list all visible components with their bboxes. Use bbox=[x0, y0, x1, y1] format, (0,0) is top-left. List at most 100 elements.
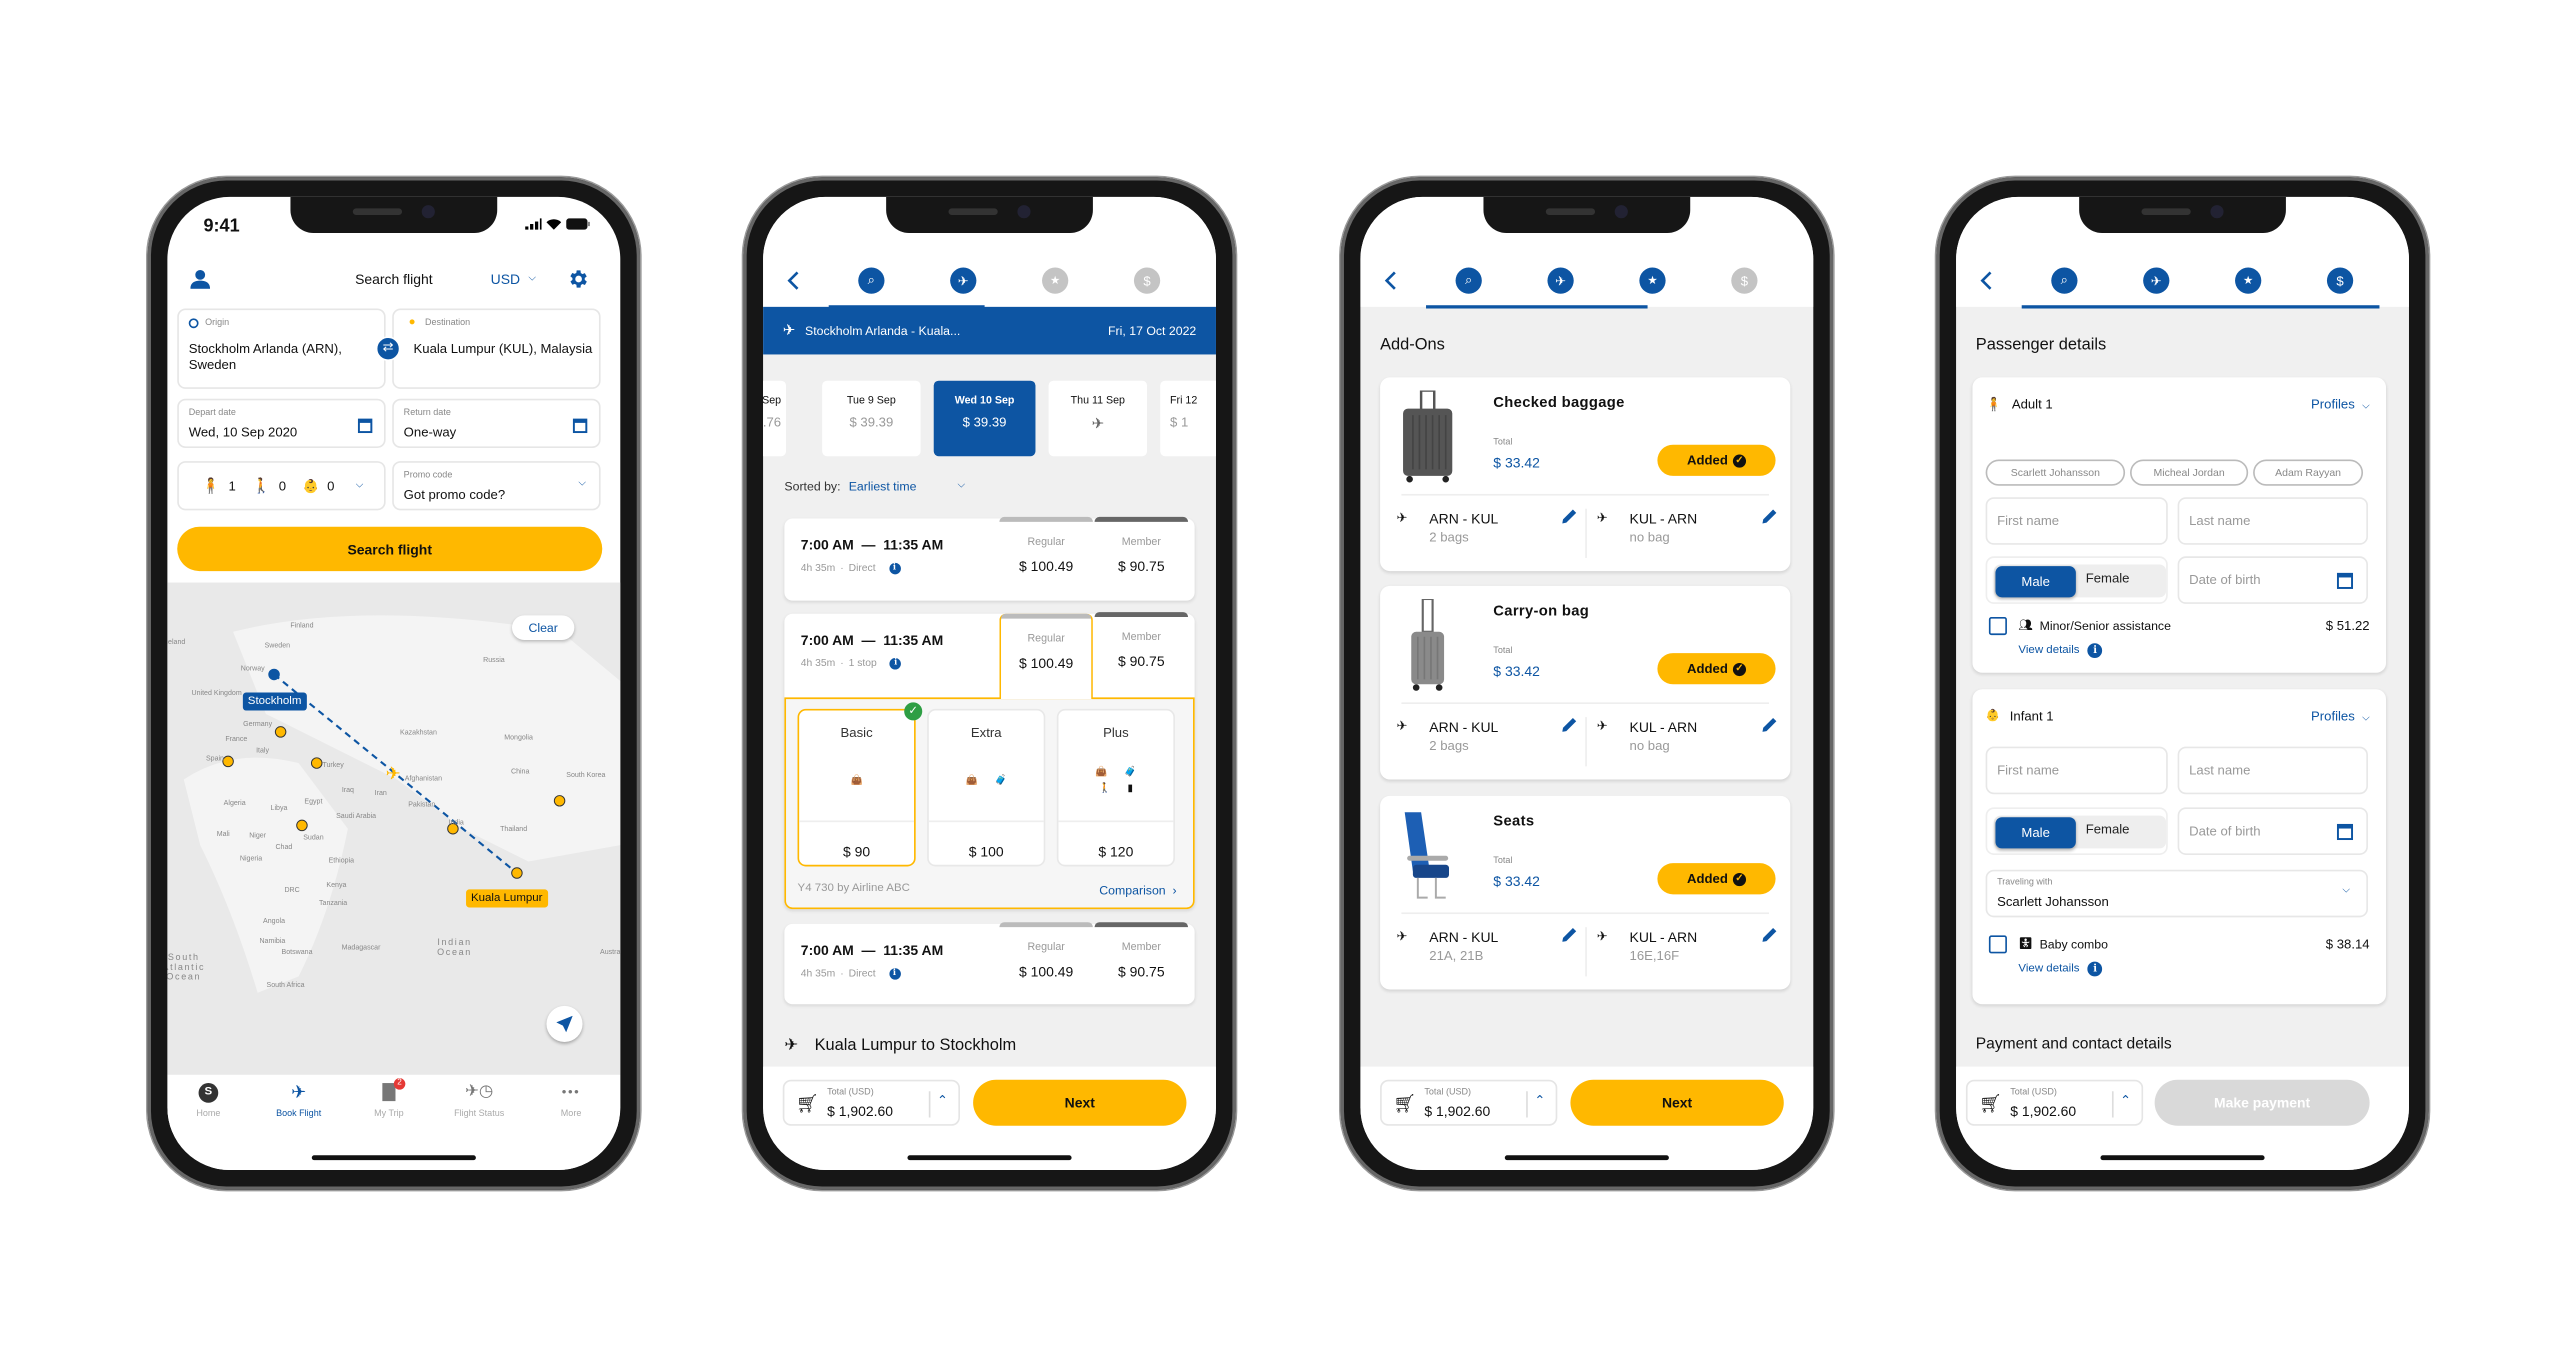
view-details-link[interactable]: View details i bbox=[2018, 643, 2103, 659]
member-fare[interactable]: Member $ 90.75 bbox=[1094, 922, 1189, 1006]
my-location-button[interactable] bbox=[546, 1005, 583, 1043]
depart-date-field[interactable]: Depart date Wed, 10 Sep 2020 bbox=[177, 398, 386, 448]
flight-row[interactable]: 7:00 AM — 11:35 AM 4h 35m · Direct i Regula… bbox=[784, 516, 1195, 601]
first-name-input[interactable]: First name bbox=[1985, 746, 2168, 795]
airport-marker[interactable] bbox=[310, 757, 323, 769]
step-search-icon[interactable]: ⌕ bbox=[858, 267, 885, 294]
comparison-link[interactable]: Comparison › bbox=[1099, 883, 1176, 898]
search-flight-button[interactable]: Search flight bbox=[177, 526, 603, 572]
info-icon[interactable]: i bbox=[888, 562, 901, 575]
edit-pencil-icon[interactable] bbox=[1762, 717, 1777, 732]
swap-icon[interactable]: ⇄ bbox=[375, 336, 401, 362]
edit-pencil-icon[interactable] bbox=[1562, 717, 1577, 732]
tier-extra[interactable]: Extra 👜 🧳 $ 100 bbox=[927, 708, 1046, 867]
date-option[interactable]: 8 Sep .76 bbox=[763, 380, 787, 457]
profile-chip[interactable]: Scarlett Johansson bbox=[1985, 459, 2126, 486]
airport-marker[interactable] bbox=[553, 795, 566, 807]
last-name-input[interactable]: Last name bbox=[2177, 497, 2368, 545]
passenger-count-field[interactable]: 🧍 1 🚶 0 👶 0 ⌵ bbox=[177, 461, 386, 511]
profile-chip[interactable]: Adam Rayyan bbox=[2253, 459, 2364, 486]
total-summary[interactable]: 🛒︎ Total (USD) $ 1,902.60 ⌃ bbox=[1965, 1079, 2144, 1126]
date-of-birth-input[interactable]: Date of birth bbox=[2177, 807, 2368, 855]
origin-field[interactable]: Origin Stockholm Arlanda (ARN), Sweden bbox=[177, 308, 386, 389]
step-plane-icon[interactable]: ✈ bbox=[2143, 267, 2170, 294]
return-leg[interactable]: ✈ KUL - ARN no bag bbox=[1597, 505, 1778, 561]
total-summary[interactable]: 🛒︎ Total (USD) $ 1,902.60 ⌃ bbox=[782, 1079, 960, 1126]
baby-combo-checkbox[interactable] bbox=[1988, 935, 2007, 954]
step-ticket-star-icon[interactable]: ★ bbox=[2235, 267, 2262, 294]
next-button[interactable]: Next bbox=[973, 1079, 1187, 1126]
date-of-birth-input[interactable]: Date of birth bbox=[2177, 556, 2368, 604]
added-button[interactable]: Added ✓ bbox=[1657, 444, 1776, 476]
outbound-leg[interactable]: ✈ ARN - KUL 21A, 21B bbox=[1396, 924, 1577, 980]
profiles-dropdown[interactable]: Profiles ⌵ bbox=[2311, 709, 2370, 725]
edit-pencil-icon[interactable] bbox=[1762, 509, 1777, 524]
return-leg[interactable]: ✈ KUL - ARN no bag bbox=[1597, 714, 1778, 770]
female-option[interactable]: Female bbox=[2086, 822, 2130, 837]
step-search-icon[interactable]: ⌕ bbox=[2051, 267, 2078, 294]
date-option[interactable]: Fri 12 $ 1 bbox=[1160, 380, 1216, 457]
destination-field[interactable]: Destination ● Kuala Lumpur (KUL), Malays… bbox=[392, 308, 601, 389]
chevron-up-icon[interactable]: ⌃ bbox=[2120, 1093, 2131, 1108]
male-option[interactable]: Male bbox=[1995, 817, 2076, 849]
clear-map-button[interactable]: Clear bbox=[511, 615, 575, 640]
airport-marker[interactable] bbox=[222, 755, 234, 768]
chevron-up-icon[interactable]: ⌃ bbox=[937, 1093, 948, 1108]
airport-marker[interactable] bbox=[274, 726, 287, 738]
return-date-field[interactable]: Return date One-way bbox=[392, 398, 601, 448]
gear-icon[interactable] bbox=[566, 267, 589, 290]
minor-senior-assistance-checkbox[interactable] bbox=[1988, 617, 2007, 636]
regular-fare[interactable]: Regular $ 100.49 bbox=[999, 922, 1093, 1006]
date-option[interactable]: Tue 9 Sep $ 39.39 bbox=[822, 380, 921, 457]
outbound-leg[interactable]: ✈ ARN - KUL 2 bags bbox=[1396, 505, 1577, 561]
profiles-dropdown[interactable]: Profiles ⌵ bbox=[2311, 397, 2370, 413]
step-search-icon[interactable]: ⌕ bbox=[1455, 267, 1482, 294]
added-button[interactable]: Added ✓ bbox=[1657, 863, 1776, 895]
step-ticket-star-icon[interactable]: ★ bbox=[1639, 267, 1666, 294]
gender-toggle[interactable]: Male Female bbox=[1985, 807, 2168, 855]
return-leg[interactable]: ✈ KUL - ARN 16E,16F bbox=[1597, 924, 1778, 980]
info-icon[interactable]: i bbox=[889, 658, 902, 670]
make-payment-button[interactable]: Make payment bbox=[2154, 1079, 2370, 1126]
currency-select[interactable]: USD ⌵ bbox=[491, 271, 536, 287]
profile-chip[interactable]: Micheal Jordan bbox=[2130, 459, 2249, 486]
view-details-link[interactable]: View details i bbox=[2018, 961, 2103, 977]
flight-row[interactable]: 7:00 AM — 11:35 AM 4h 35m · Direct i Regula… bbox=[784, 922, 1195, 1006]
regular-fare[interactable]: Regular $ 100.49 bbox=[999, 516, 1093, 601]
back-chevron-icon[interactable] bbox=[1383, 271, 1396, 291]
edit-pencil-icon[interactable] bbox=[1562, 509, 1577, 524]
airport-marker[interactable] bbox=[296, 819, 308, 832]
back-chevron-icon[interactable] bbox=[786, 271, 799, 291]
info-icon[interactable]: i bbox=[888, 968, 901, 980]
edit-pencil-icon[interactable] bbox=[1762, 927, 1777, 942]
male-option[interactable]: Male bbox=[1995, 566, 2076, 598]
date-option[interactable]: Thu 11 Sep ✈︎ bbox=[1048, 380, 1148, 457]
sort-select[interactable]: Sorted by: Earliest time ⌵ bbox=[784, 479, 965, 494]
promo-code-input[interactable]: Got promo code? bbox=[404, 487, 505, 503]
total-summary[interactable]: 🛒︎ Total (USD) $ 1,902.60 ⌃ bbox=[1380, 1079, 1558, 1126]
chevron-up-icon[interactable]: ⌃ bbox=[1534, 1093, 1545, 1108]
tab-book-flight[interactable]: ✈ Book Flight bbox=[258, 1081, 340, 1119]
member-fare[interactable]: Member $ 90.75 bbox=[1094, 612, 1189, 696]
female-option[interactable]: Female bbox=[2086, 571, 2130, 586]
member-fare[interactable]: Member $ 90.75 bbox=[1094, 516, 1189, 601]
date-option-selected[interactable]: Wed 10 Sep $ 39.39 bbox=[933, 380, 1036, 457]
last-name-input[interactable]: Last name bbox=[2177, 746, 2368, 795]
next-button[interactable]: Next bbox=[1570, 1079, 1784, 1126]
flight-row-expanded[interactable]: 7:00 AM — 11:35 AM 4h 35m · 1 stop i Regula… bbox=[784, 612, 1195, 910]
tier-basic[interactable]: ✓ Basic 👜 $ 90 bbox=[797, 702, 923, 867]
step-plane-icon[interactable]: ✈ bbox=[1547, 267, 1574, 294]
back-chevron-icon[interactable] bbox=[1979, 271, 1992, 291]
step-plane-icon[interactable]: ✈ bbox=[950, 267, 977, 294]
gender-toggle[interactable]: Male Female bbox=[1985, 556, 2168, 604]
tab-flight-status[interactable]: ✈◷ Flight Status bbox=[438, 1081, 520, 1119]
step-dollar-icon[interactable]: $ bbox=[2326, 267, 2354, 294]
tier-plus[interactable]: Plus 👜 🧳 🚶 ▮ $ 120 bbox=[1056, 708, 1175, 867]
route-map[interactable]: ✈ Finland Sweden Norway United Kingdom Germa… bbox=[167, 582, 621, 1075]
tab-more[interactable]: ••• More bbox=[530, 1081, 612, 1119]
promo-code-field[interactable]: Promo code Got promo code? ⌵ bbox=[392, 461, 601, 511]
airport-marker[interactable] bbox=[511, 867, 523, 879]
tab-my-trip[interactable]: 2 My Trip bbox=[348, 1078, 430, 1119]
first-name-input[interactable]: First name bbox=[1985, 497, 2168, 545]
tab-home[interactable]: S Home bbox=[167, 1081, 249, 1119]
